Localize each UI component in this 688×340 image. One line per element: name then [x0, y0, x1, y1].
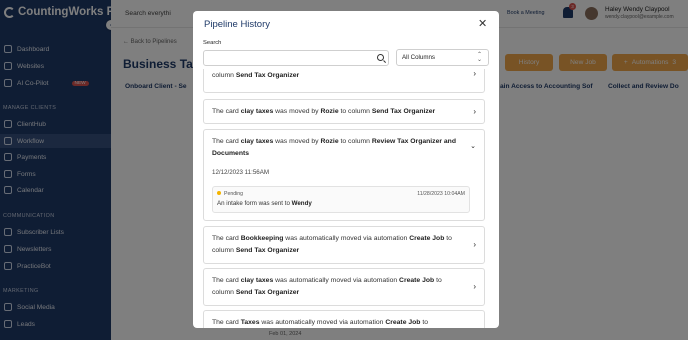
pipeline-history-modal: Pipeline History ✕ Search All Columns ⌃ ⌄…	[193, 11, 499, 328]
history-entry[interactable]: The card clay taxes was moved by Rozie t…	[203, 99, 485, 124]
search-label: Search	[203, 40, 222, 46]
chevron-right-icon[interactable]: ›	[473, 239, 476, 251]
pending-dot-icon	[217, 191, 221, 195]
history-search-input[interactable]	[203, 50, 389, 66]
history-entry[interactable]: The card clay taxes was automatically mo…	[203, 268, 485, 306]
detail-date: 11/28/2023 10:04AM	[417, 191, 465, 197]
detail-message: An intake form was sent to Wendy	[217, 200, 312, 207]
app-window: CountingWorks PRO Dashboard Websites AI …	[0, 0, 688, 340]
column-filter-select[interactable]: All Columns ⌃ ⌄	[396, 49, 489, 66]
history-entry[interactable]: column Send Tax Organizer ›	[203, 69, 485, 93]
entry-detail: Pending 11/28/2023 10:04AM An intake for…	[212, 186, 470, 213]
entry-date: 12/12/2023 11:56AM	[212, 169, 269, 176]
chevron-right-icon[interactable]: ›	[473, 69, 476, 80]
search-icon[interactable]	[377, 54, 384, 61]
history-entry-expanded[interactable]: The card clay taxes was moved by Rozie t…	[203, 129, 485, 221]
chevron-down-icon[interactable]: ⌄	[470, 141, 476, 153]
chevron-right-icon[interactable]: ›	[473, 281, 476, 293]
history-entry[interactable]: The card Bookkeeping was automatically m…	[203, 226, 485, 264]
column-filter-value: All Columns	[402, 54, 436, 61]
modal-title: Pipeline History	[204, 19, 270, 30]
history-entry[interactable]: The card Taxes was automatically moved v…	[203, 310, 485, 328]
select-chevrons-icon: ⌃ ⌄	[476, 52, 482, 63]
history-list[interactable]: column Send Tax Organizer › The card cla…	[203, 69, 485, 328]
chevron-right-icon[interactable]: ›	[473, 106, 476, 118]
close-icon[interactable]: ✕	[478, 17, 487, 30]
